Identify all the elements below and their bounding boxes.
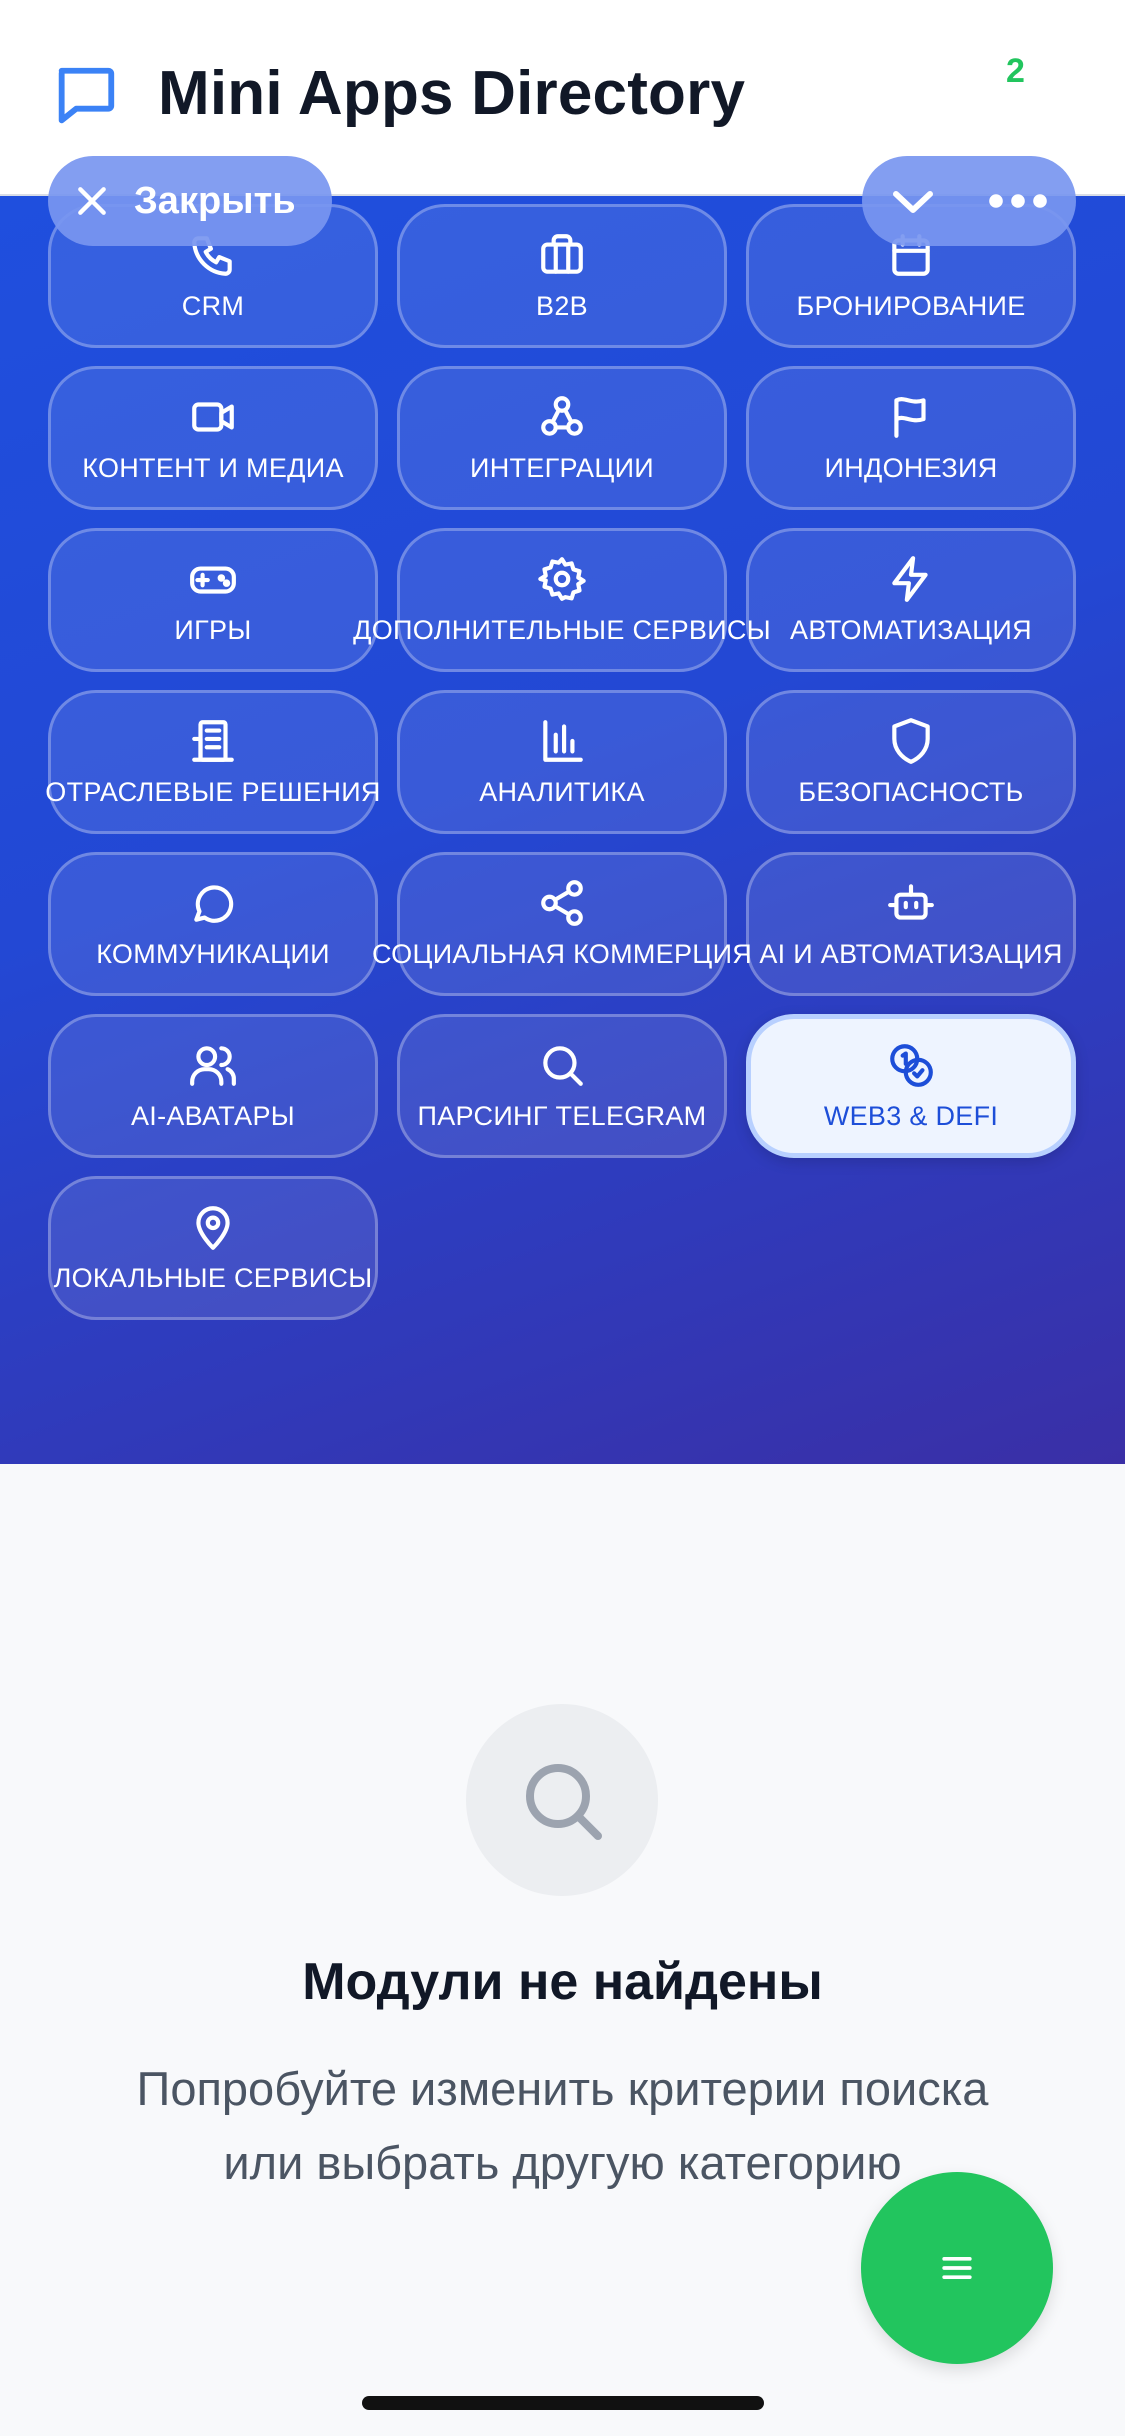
category-label: ИГРЫ	[174, 615, 252, 645]
category-chip-telegram-parsing[interactable]: ПАРСИНГ TELEGRAM	[397, 1014, 727, 1158]
webhook-icon	[537, 392, 587, 442]
category-chip-ai-avatars[interactable]: AI-АВАТАРЫ	[48, 1014, 378, 1158]
category-chip-automation[interactable]: АВТОМАТИЗАЦИЯ	[746, 528, 1076, 672]
category-grid: CRM B2B БРОНИРОВАНИЕ КОНТЕНТ И МЕДИА ИНТ…	[0, 196, 1125, 1464]
close-button[interactable]: Закрыть	[48, 156, 332, 246]
category-label: ОТРАСЛЕВЫЕ РЕШЕНИЯ	[45, 777, 381, 807]
gamepad-icon	[188, 554, 238, 604]
category-label: ИНДОНЕЗИЯ	[824, 453, 998, 483]
category-label: КОНТЕНТ И МЕДИА	[82, 453, 344, 483]
gear-icon	[537, 554, 587, 604]
category-label: БРОНИРОВАНИЕ	[796, 291, 1026, 321]
category-label: AI-АВАТАРЫ	[130, 1101, 296, 1131]
coins-icon	[886, 1040, 936, 1090]
category-chip-games[interactable]: ИГРЫ	[48, 528, 378, 672]
category-chip-security[interactable]: БЕЗОПАСНОСТЬ	[746, 690, 1076, 834]
building-icon	[188, 716, 238, 766]
chevron-down-icon[interactable]	[882, 174, 944, 228]
category-label: WEB3 & DEFI	[823, 1101, 999, 1131]
category-chip-ai-automation[interactable]: AI И АВТОМАТИЗАЦИЯ	[746, 852, 1076, 996]
search-icon	[526, 1764, 602, 1840]
category-chip-industry-solutions[interactable]: ОТРАСЛЕВЫЕ РЕШЕНИЯ	[45, 690, 381, 834]
video-icon	[188, 392, 238, 442]
category-label: ПАРСИНГ TELEGRAM	[417, 1101, 707, 1131]
status-badge: 2	[1006, 52, 1025, 90]
category-label: АВТОМАТИЗАЦИЯ	[790, 615, 1032, 645]
category-chip-local-services[interactable]: ЛОКАЛЬНЫЕ СЕРВИСЫ	[48, 1176, 378, 1320]
chat-bubble-icon	[58, 67, 115, 124]
home-indicator	[362, 2396, 764, 2410]
map-pin-icon	[188, 1202, 238, 1252]
menu-fab-button[interactable]	[861, 2172, 1053, 2364]
category-chip-social-commerce[interactable]: СОЦИАЛЬНАЯ КОММЕРЦИЯ	[372, 852, 752, 996]
category-panel: CRM B2B БРОНИРОВАНИЕ КОНТЕНТ И МЕДИА ИНТ…	[0, 196, 1125, 1464]
more-dots-icon[interactable]	[980, 174, 1056, 228]
message-circle-icon	[188, 878, 238, 928]
robot-icon	[886, 878, 936, 928]
category-label: КОММУНИКАЦИИ	[96, 939, 330, 969]
category-label: CRM	[181, 291, 245, 321]
empty-state-description: Попробуйте изменить критерии поиска или …	[60, 2052, 1065, 2200]
flag-icon	[886, 392, 936, 442]
category-label: СОЦИАЛЬНАЯ КОММЕРЦИЯ	[371, 939, 753, 969]
category-label: БЕЗОПАСНОСТЬ	[798, 777, 1024, 807]
empty-state-line-1: Попробуйте изменить критерии поиска	[136, 2062, 989, 2115]
category-label: ИНТЕГРАЦИИ	[469, 453, 655, 483]
category-label: ЛОКАЛЬНЫЕ СЕРВИСЫ	[53, 1263, 373, 1293]
menu-icon	[942, 2257, 972, 2279]
page-title: Mini Apps Directory	[158, 59, 746, 128]
lightning-icon	[886, 554, 936, 604]
category-chip-web3-defi[interactable]: WEB3 & DEFI	[746, 1014, 1076, 1158]
category-label: AI И АВТОМАТИЗАЦИЯ	[759, 939, 1063, 969]
category-chip-b2b[interactable]: B2B	[397, 204, 727, 348]
category-chip-communications[interactable]: КОММУНИКАЦИИ	[48, 852, 378, 996]
empty-state-title: Модули не найдены	[302, 1953, 823, 2011]
category-label: B2B	[536, 291, 588, 321]
category-chip-integrations[interactable]: ИНТЕГРАЦИИ	[397, 366, 727, 510]
empty-state-icon-circle	[466, 1704, 658, 1896]
category-chip-extra-services[interactable]: ДОПОЛНИТЕЛЬНЫЕ СЕРВИСЫ	[353, 528, 771, 672]
search-icon	[537, 1040, 587, 1090]
briefcase-icon	[537, 230, 587, 280]
category-chip-indonesia[interactable]: ИНДОНЕЗИЯ	[746, 366, 1076, 510]
category-chip-content-media[interactable]: КОНТЕНТ И МЕДИА	[48, 366, 378, 510]
category-chip-analytics[interactable]: АНАЛИТИКА	[397, 690, 727, 834]
category-label: АНАЛИТИКА	[479, 777, 645, 807]
webapp-menu	[862, 156, 1076, 246]
close-icon	[78, 187, 106, 215]
screen: Mini Apps Directory 2 Закрыть CRM B2B БР…	[0, 0, 1125, 2436]
share-icon	[537, 878, 587, 928]
close-button-label: Закрыть	[134, 179, 296, 222]
bar-chart-icon	[537, 716, 587, 766]
shield-icon	[886, 716, 936, 766]
users-icon	[188, 1040, 238, 1090]
category-label: ДОПОЛНИТЕЛЬНЫЕ СЕРВИСЫ	[353, 615, 771, 645]
